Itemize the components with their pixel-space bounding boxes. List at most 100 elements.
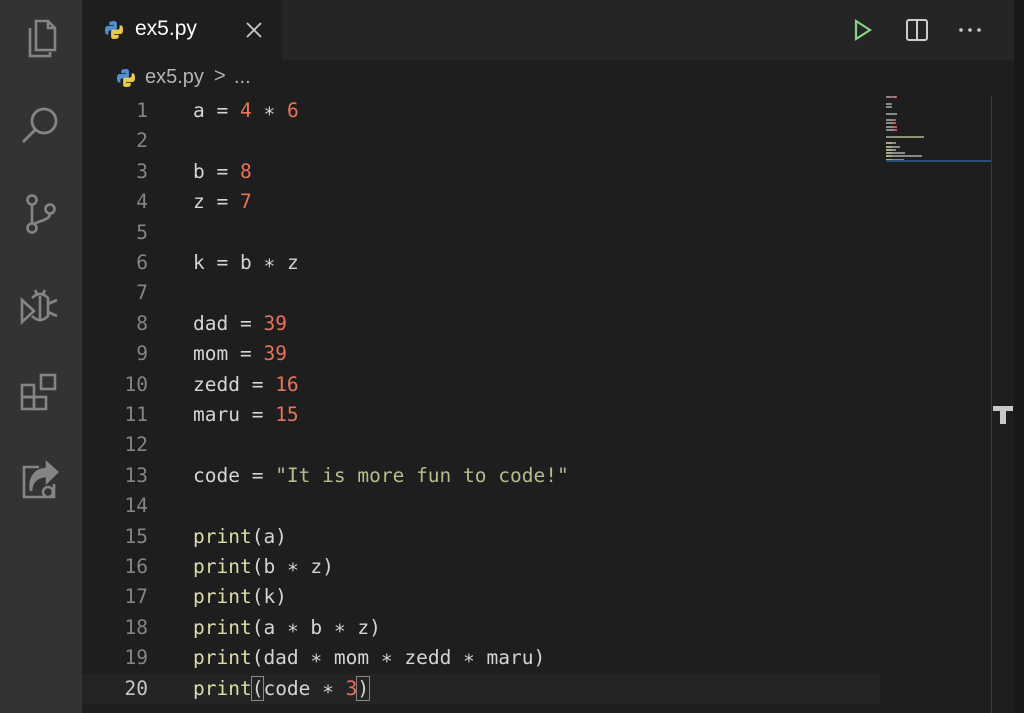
code-line[interactable]: 14	[82, 491, 882, 521]
more-actions-icon[interactable]	[956, 16, 984, 44]
minimap-token	[916, 155, 922, 158]
code-text[interactable]: a = 4 ∗ 6	[193, 96, 299, 126]
line-number: 1	[136, 99, 148, 122]
line-number: 16	[124, 555, 148, 578]
code-token: 16	[275, 372, 299, 396]
source-control-icon[interactable]	[17, 190, 63, 236]
code-text[interactable]: mom = 39	[193, 339, 287, 369]
close-icon[interactable]	[244, 20, 264, 40]
code-line[interactable]: 9 mom = 39	[82, 339, 882, 369]
code-text[interactable]: print(b ∗ z)	[193, 552, 334, 582]
explorer-icon[interactable]	[17, 16, 63, 62]
line-number: 19	[124, 646, 148, 670]
code-token: 4	[239, 99, 264, 122]
code-token: print	[193, 646, 252, 670]
code-text[interactable]: print(k)	[193, 582, 287, 612]
code-text[interactable]: z = 7	[193, 187, 252, 217]
code-token: ∗	[333, 615, 358, 639]
code-line[interactable]: 1 a = 4 ∗ 6	[82, 96, 882, 126]
scrollbar[interactable]	[991, 96, 992, 713]
code-line[interactable]: 7	[82, 278, 882, 308]
code-line[interactable]: 6 k = b ∗ z	[82, 248, 882, 278]
code-token: ∗	[263, 251, 287, 274]
code-token: =	[239, 342, 264, 366]
python-icon	[116, 68, 136, 93]
run-debug-icon[interactable]	[17, 282, 63, 328]
code-line[interactable]: 4 z = 7	[82, 187, 882, 217]
code-token: =	[239, 311, 264, 335]
code-line[interactable]: 8 dad = 39	[82, 309, 882, 339]
code-line[interactable]: 19 print(dad ∗ mom ∗ zedd ∗ maru)	[82, 643, 882, 673]
code-token: =	[251, 372, 276, 396]
code-token: 39	[263, 342, 287, 366]
code-token: code	[263, 676, 323, 700]
live-share-icon[interactable]	[17, 458, 63, 504]
split-editor-icon[interactable]	[903, 16, 931, 44]
window-edge	[1014, 0, 1024, 713]
code-text[interactable]: print(code ∗ 3)	[193, 674, 371, 704]
code-line[interactable]: 2	[82, 126, 882, 156]
breadcrumb-separator: >	[214, 65, 226, 87]
code-line[interactable]: 5	[82, 218, 882, 248]
line-number: 13	[124, 463, 148, 487]
code-token: z	[193, 190, 217, 214]
editor-tab[interactable]: ex5.py	[82, 0, 282, 60]
code-token: zedd	[404, 646, 464, 670]
minimap[interactable]	[886, 96, 992, 166]
code-token: b	[310, 615, 334, 639]
code-token: zedd	[193, 372, 252, 396]
code-token: (k)	[251, 585, 287, 609]
minimap-token	[890, 105, 892, 108]
code-text[interactable]: code = "It is more fun to code!"	[193, 461, 569, 491]
line-number: 20	[124, 676, 148, 700]
code-token: 6	[286, 99, 299, 122]
line-number: 6	[136, 251, 148, 274]
code-text[interactable]: print(dad ∗ mom ∗ zedd ∗ maru)	[193, 643, 545, 673]
line-number: 12	[124, 433, 148, 457]
code-line[interactable]: 13 code = "It is more fun to code!"	[82, 461, 882, 491]
code-line[interactable]: 18 print(a ∗ b ∗ z)	[82, 613, 882, 643]
line-number: 17	[124, 585, 148, 609]
code-line[interactable]: 16 print(b ∗ z)	[82, 552, 882, 582]
code-text[interactable]: maru = 15	[193, 400, 299, 430]
code-line[interactable]: 15 print(a)	[82, 522, 882, 552]
code-token: =	[216, 190, 240, 214]
code-line[interactable]: 17 print(k)	[82, 582, 882, 612]
code-text[interactable]: b = 8	[193, 157, 252, 187]
code-token: ∗	[463, 646, 487, 670]
code-token: =	[251, 403, 276, 426]
code-token: (a)	[251, 524, 287, 548]
code-token: print	[193, 555, 252, 578]
code-text[interactable]: zedd = 16	[193, 370, 299, 400]
code-line[interactable]: 3 b = 8	[82, 157, 882, 187]
code-token: =	[216, 251, 240, 274]
minimap-token	[895, 96, 897, 98]
code-token: z	[286, 251, 299, 274]
run-icon[interactable]	[848, 16, 876, 44]
code-line[interactable]: 11 maru = 15	[82, 400, 882, 430]
search-icon[interactable]	[17, 102, 63, 148]
code-editor[interactable]: 1a = 4 ∗ 623b = 84z = 756k = b ∗ z 7 8 dad …	[82, 96, 1014, 713]
line-number: 18	[124, 615, 148, 639]
code-text[interactable]: dad = 39	[193, 309, 287, 339]
minimap-token	[902, 152, 906, 155]
code-line[interactable]: 12	[82, 430, 882, 460]
code-text[interactable]: print(a ∗ b ∗ z)	[193, 613, 381, 643]
breadcrumb-file[interactable]: ex5.py	[145, 66, 204, 89]
code-token: a	[193, 99, 217, 122]
code-line[interactable]: 10 zedd = 16	[82, 370, 882, 400]
extensions-icon[interactable]	[17, 370, 63, 416]
code-token: 3	[345, 676, 358, 700]
line-number: 8	[136, 311, 148, 335]
code-token: mom	[333, 646, 381, 670]
code-line[interactable]: 20 print(code ∗ 3)	[82, 673, 880, 704]
minimap-token	[893, 119, 896, 122]
code-token: print	[193, 615, 252, 639]
code-token: (b	[251, 555, 287, 578]
breadcrumb-symbols[interactable]: ...	[234, 66, 251, 89]
minimap-token	[890, 102, 892, 105]
code-text[interactable]: print(a)	[193, 522, 287, 552]
minimap-viewport	[886, 160, 992, 162]
code-text[interactable]: k = b ∗ z	[193, 248, 299, 278]
code-token: k	[193, 251, 217, 274]
